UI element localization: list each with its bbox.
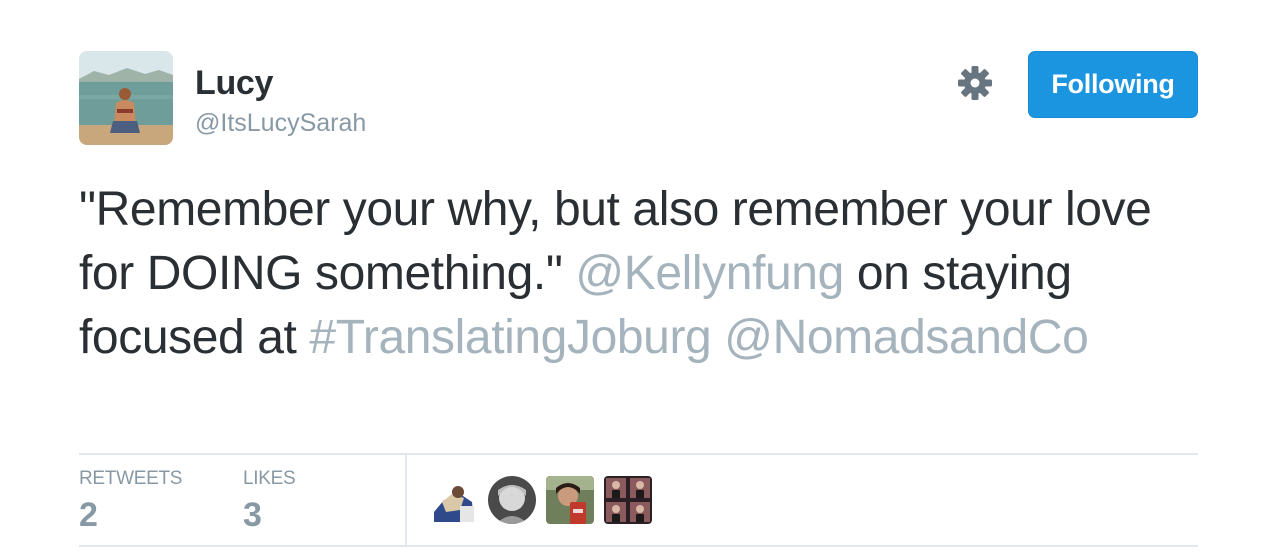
likes-count: 3 — [243, 496, 262, 534]
stats-divider-bottom — [79, 545, 1198, 547]
likes-label: LIKES — [243, 468, 296, 489]
following-button[interactable]: Following — [1028, 51, 1198, 118]
retweets-label: RETWEETS — [79, 468, 183, 489]
liker-avatars — [430, 476, 652, 524]
mention-link-nomadsandco[interactable]: @NomadsandCo — [724, 311, 1089, 364]
author-avatar[interactable] — [79, 51, 173, 145]
retweets-stat[interactable]: RETWEETS 2 — [79, 468, 182, 535]
liker-avatar-4[interactable] — [604, 476, 652, 524]
liker-avatar-3[interactable] — [546, 476, 594, 524]
tweet-text: "Remember your why, but also remember yo… — [79, 178, 1209, 370]
stats-divider-vertical — [405, 455, 407, 545]
liker-avatar-2[interactable] — [488, 476, 536, 524]
tweet-text-part-3 — [711, 311, 724, 364]
hashtag-link[interactable]: #TranslatingJoburg — [309, 311, 711, 364]
tweet-card: Lucy @ItsLucySarah Following "Remember y… — [0, 0, 1262, 554]
author-display-name[interactable]: Lucy — [195, 64, 273, 103]
stats-divider-top — [79, 453, 1198, 455]
likes-stat[interactable]: LIKES 3 — [243, 468, 296, 535]
gear-icon[interactable] — [957, 65, 993, 101]
author-screen-name[interactable]: @ItsLucySarah — [195, 109, 366, 138]
retweets-count: 2 — [79, 496, 98, 534]
mention-link-kellynfung[interactable]: @Kellynfung — [575, 247, 844, 300]
liker-avatar-1[interactable] — [430, 476, 478, 524]
